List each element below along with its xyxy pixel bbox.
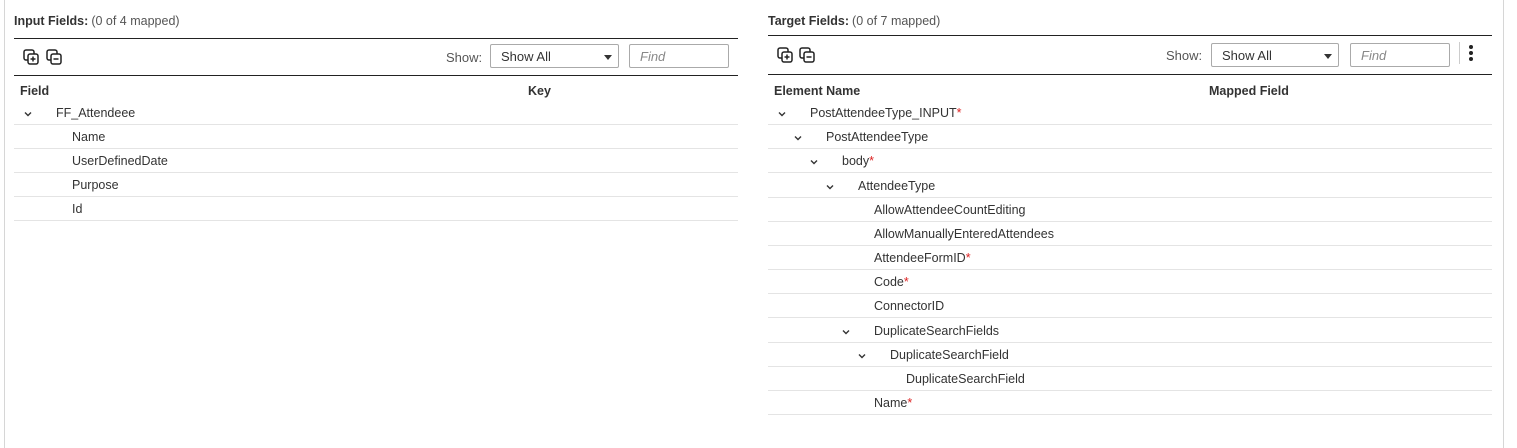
- tree-row[interactable]: PostAttendeeType_INPUT*: [768, 101, 1492, 125]
- left-divider: [4, 0, 5, 448]
- more-vertical-icon[interactable]: [1468, 45, 1474, 63]
- input-fields-label: Input Fields:: [14, 14, 89, 28]
- tree-row-label: AttendeeFormID*: [874, 251, 971, 266]
- chevron-down-icon[interactable]: [826, 183, 834, 191]
- tree-row-label: Id: [72, 202, 83, 216]
- chevron-down-icon[interactable]: [842, 328, 850, 336]
- target-fields-count: (0 of 7 mapped): [852, 14, 941, 28]
- required-marker: *: [907, 396, 913, 411]
- expand-all-icon[interactable]: [777, 47, 793, 63]
- tree-row[interactable]: Name*: [768, 391, 1492, 416]
- input-fields-title: Input Fields: (0 of 4 mapped): [14, 14, 180, 28]
- target-toolbar: Show: Show All Find: [768, 35, 1492, 75]
- tree-row-label: Name*: [874, 396, 913, 411]
- tree-row-label: FF_Attendeee: [56, 106, 136, 120]
- tree-row-label: Name: [72, 130, 106, 144]
- show-filter-value: Show All: [501, 49, 551, 64]
- tree-row-label: AllowAttendeeCountEditing: [874, 202, 1026, 217]
- target-fields-label: Target Fields:: [768, 14, 850, 28]
- tree-row[interactable]: Purpose: [14, 173, 738, 197]
- column-header-field: Field: [20, 84, 50, 98]
- column-header-key: Key: [528, 84, 551, 98]
- target-fields-title: Target Fields: (0 of 7 mapped): [768, 14, 940, 28]
- tree-row-label: DuplicateSearchField: [906, 371, 1025, 386]
- tree-row[interactable]: UserDefinedDate: [14, 149, 738, 173]
- input-fields-panel: Input Fields: (0 of 4 mapped) Show: Show …: [14, 0, 738, 448]
- toolbar-separator: [1459, 42, 1460, 64]
- chevron-down-icon[interactable]: [24, 110, 32, 118]
- show-filter-select[interactable]: Show All: [1211, 43, 1339, 67]
- tree-row[interactable]: Id: [14, 197, 738, 221]
- input-fields-count: (0 of 4 mapped): [91, 14, 180, 28]
- tree-row-label: DuplicateSearchField: [890, 347, 1009, 362]
- tree-row[interactable]: DuplicateSearchField: [768, 367, 1492, 391]
- dropdown-arrow-icon: [1324, 54, 1332, 59]
- tree-row-label: PostAttendeeType: [826, 130, 929, 145]
- tree-row[interactable]: DuplicateSearchField: [768, 343, 1492, 367]
- tree-row-label: PostAttendeeType_INPUT*: [810, 106, 962, 120]
- tree-row-label: Purpose: [72, 178, 119, 192]
- tree-row-label: body*: [842, 154, 874, 169]
- tree-row-label: DuplicateSearchFields: [874, 323, 1000, 338]
- find-placeholder: Find: [640, 49, 666, 64]
- tree-row[interactable]: Name: [14, 125, 738, 149]
- chevron-down-icon[interactable]: [858, 352, 866, 360]
- collapse-all-icon[interactable]: [46, 49, 62, 65]
- find-placeholder: Find: [1361, 48, 1387, 63]
- chevron-down-icon[interactable]: [794, 134, 802, 142]
- show-label: Show:: [1166, 48, 1203, 63]
- expand-all-icon[interactable]: [23, 49, 39, 65]
- show-filter-value: Show All: [1222, 48, 1272, 63]
- tree-row[interactable]: AttendeeFormID*: [768, 246, 1492, 271]
- tree-row[interactable]: ConnectorID: [768, 294, 1492, 319]
- tree-row-label: Code*: [874, 275, 909, 290]
- tree-row[interactable]: AllowManuallyEnteredAttendees: [768, 222, 1492, 246]
- required-marker: *: [903, 275, 909, 290]
- input-toolbar: Show: Show All Find: [14, 38, 738, 76]
- tree-row-label: ConnectorID: [874, 299, 945, 314]
- column-header-element-name: Element Name: [774, 84, 861, 98]
- show-filter-select[interactable]: Show All: [490, 44, 619, 68]
- dropdown-arrow-icon: [604, 55, 612, 60]
- tree-row-label: AttendeeType: [858, 178, 936, 193]
- show-label: Show:: [446, 50, 483, 65]
- chevron-down-icon[interactable]: [778, 110, 786, 118]
- tree-row[interactable]: AllowAttendeeCountEditing: [768, 198, 1492, 222]
- required-marker: *: [956, 106, 962, 120]
- find-input[interactable]: Find: [629, 44, 729, 68]
- column-header-mapped-field: Mapped Field: [1209, 84, 1289, 98]
- tree-row-label: UserDefinedDate: [72, 154, 168, 168]
- required-marker: *: [869, 154, 874, 169]
- tree-row[interactable]: FF_Attendeee: [14, 101, 738, 125]
- tree-row-label: AllowManuallyEnteredAttendees: [874, 226, 1054, 241]
- tree-row[interactable]: PostAttendeeType: [768, 125, 1492, 150]
- right-divider: [1503, 0, 1504, 448]
- tree-row[interactable]: body*: [768, 149, 1492, 174]
- chevron-down-icon[interactable]: [810, 158, 818, 166]
- tree-row[interactable]: DuplicateSearchFields: [768, 319, 1492, 343]
- tree-row[interactable]: AttendeeType: [768, 174, 1492, 198]
- tree-row[interactable]: Code*: [768, 270, 1492, 295]
- target-fields-panel: Target Fields: (0 of 7 mapped) Show: Show…: [768, 0, 1492, 448]
- find-input[interactable]: Find: [1350, 43, 1450, 67]
- required-marker: *: [965, 251, 971, 266]
- collapse-all-icon[interactable]: [799, 47, 815, 63]
